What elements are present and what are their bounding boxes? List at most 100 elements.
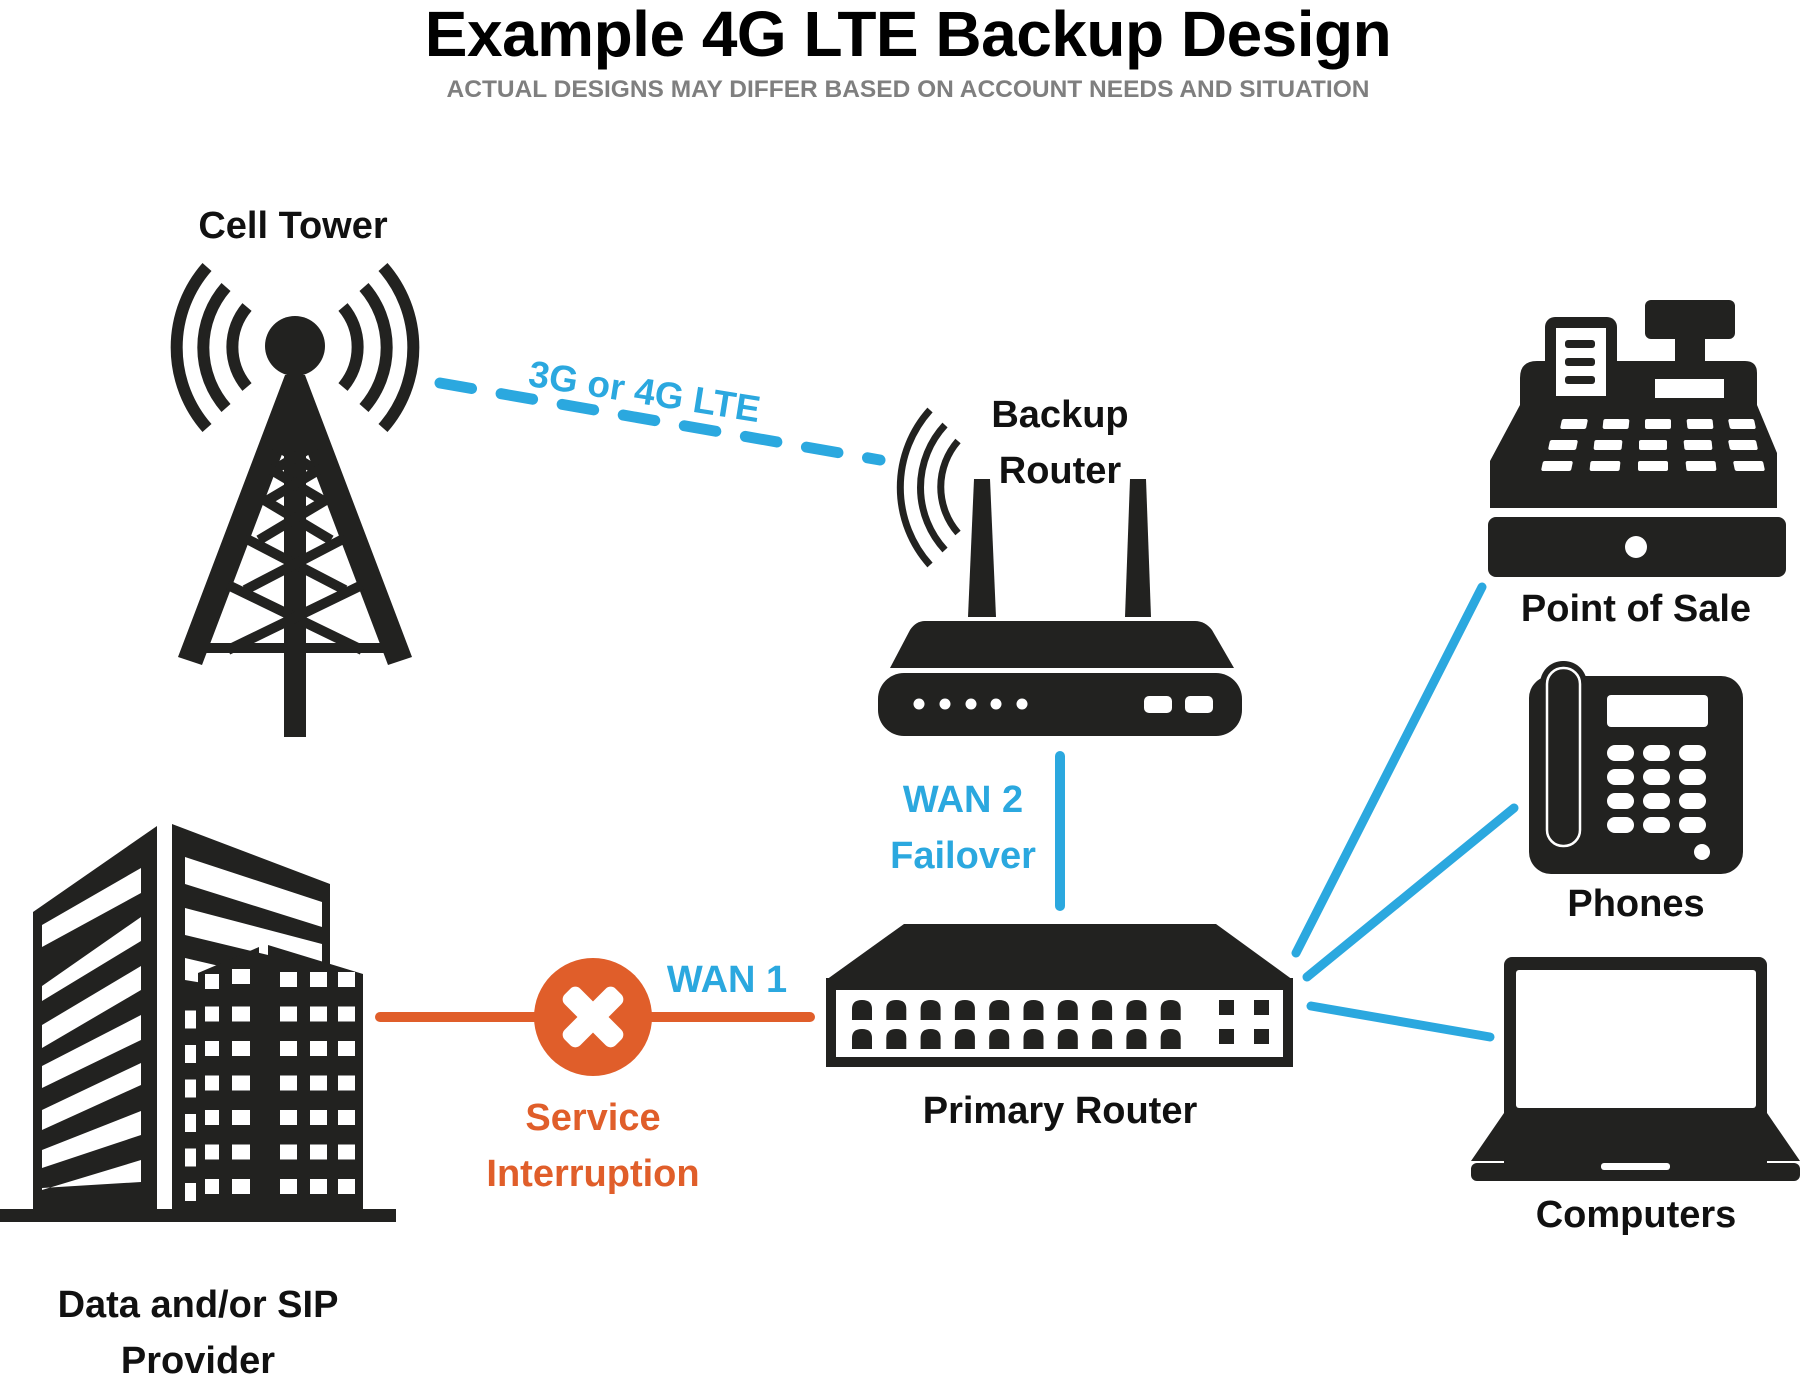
window: [338, 1179, 355, 1194]
ethernet-port: [954, 1000, 975, 1020]
window: [232, 1144, 250, 1160]
uplink-port: [1219, 1029, 1234, 1044]
window: [185, 1114, 196, 1132]
keypad-button: [1607, 793, 1634, 809]
window: [232, 1179, 250, 1194]
point-of-sale-label: Point of Sale: [1520, 588, 1752, 630]
register-key: [1548, 440, 1578, 450]
window: [310, 1075, 327, 1091]
window: [338, 1006, 355, 1022]
window: [232, 1110, 250, 1125]
cell-tower-icon: [170, 263, 420, 737]
window: [205, 1110, 219, 1125]
backup-router-label-line1: Backup: [991, 394, 1129, 436]
ethernet-port: [920, 1029, 941, 1049]
window: [280, 972, 297, 987]
window: [338, 972, 355, 987]
ethernet-port: [1092, 1029, 1113, 1049]
window: [205, 1144, 219, 1160]
uplink-port: [1254, 1029, 1269, 1044]
provider-label-line1: Data and/or SIP: [57, 1284, 339, 1326]
window: [338, 1075, 355, 1091]
error-x-icon: [534, 958, 652, 1076]
register-key: [1728, 440, 1758, 450]
provider-label-line2: Provider: [120, 1340, 276, 1382]
register-key: [1589, 461, 1621, 471]
register-key: [1645, 419, 1671, 429]
ethernet-port: [886, 1029, 907, 1049]
window: [280, 1041, 297, 1056]
uplink-port: [1219, 1000, 1234, 1015]
backup-router-label-line2: Router: [998, 450, 1122, 492]
keypad-button: [1679, 817, 1706, 833]
window: [310, 1110, 327, 1125]
register-key: [1541, 461, 1573, 471]
window: [338, 1110, 355, 1125]
window: [310, 1179, 327, 1194]
ethernet-port: [1057, 1029, 1078, 1049]
window: [185, 1045, 196, 1063]
primary-router-label: Primary Router: [922, 1090, 1198, 1132]
ethernet-port: [1160, 1029, 1181, 1049]
uplink-port: [1254, 1000, 1269, 1015]
cell-tower-label: Cell Tower: [198, 205, 388, 247]
ethernet-port: [1023, 1000, 1044, 1020]
window: [310, 1144, 327, 1160]
ethernet-port: [852, 1029, 872, 1049]
register-key: [1560, 419, 1588, 429]
keypad-button: [1607, 817, 1634, 833]
window: [338, 1144, 355, 1160]
register-key: [1733, 461, 1765, 471]
keypad-button: [1607, 769, 1634, 785]
ethernet-port: [989, 1029, 1010, 1049]
window: [205, 1179, 219, 1194]
keypad-button: [1643, 745, 1670, 761]
wan2-label-line2: Failover: [890, 835, 1036, 877]
service-interruption-label-line1: Service: [525, 1097, 661, 1139]
register-key: [1602, 419, 1630, 429]
register-key: [1686, 419, 1714, 429]
desk-phone-icon: [1529, 661, 1743, 874]
link-computers: [1306, 1001, 1495, 1042]
register-key: [1683, 440, 1713, 450]
window: [280, 1179, 297, 1194]
window: [185, 1079, 196, 1098]
cash-register-icon: [1488, 300, 1786, 577]
computers-label: Computers: [1535, 1194, 1737, 1236]
window: [205, 1041, 219, 1056]
laptop-icon: [1471, 957, 1800, 1181]
window: [310, 1041, 327, 1056]
window: [280, 1006, 297, 1022]
window: [232, 1041, 250, 1056]
register-key: [1638, 461, 1668, 471]
window: [232, 969, 250, 984]
window: [205, 1006, 219, 1022]
window: [310, 972, 327, 987]
ethernet-port: [954, 1029, 975, 1049]
window: [205, 974, 219, 989]
window: [185, 1010, 196, 1029]
office-building-icon: [0, 824, 396, 1222]
ethernet-port: [886, 1000, 907, 1020]
ethernet-port: [1092, 1000, 1113, 1020]
service-interruption-label-line2: Interruption: [486, 1153, 700, 1195]
window: [232, 1006, 250, 1022]
keypad-button: [1679, 769, 1706, 785]
window: [280, 1144, 297, 1160]
ethernet-port: [1126, 1029, 1147, 1049]
link-pos: [1291, 582, 1487, 958]
ethernet-port: [1160, 1000, 1181, 1020]
register-key: [1639, 440, 1667, 450]
keypad-button: [1607, 745, 1634, 761]
ethernet-port: [1023, 1029, 1044, 1049]
window: [205, 1075, 219, 1091]
keypad-button: [1643, 817, 1670, 833]
register-key: [1685, 461, 1717, 471]
window: [232, 1075, 250, 1091]
network-switch-icon: [826, 924, 1293, 1067]
window: [280, 1075, 297, 1091]
keypad-button: [1643, 769, 1670, 785]
window: [310, 1006, 327, 1022]
ethernet-port: [852, 1000, 872, 1020]
phones-label: Phones: [1567, 883, 1705, 925]
